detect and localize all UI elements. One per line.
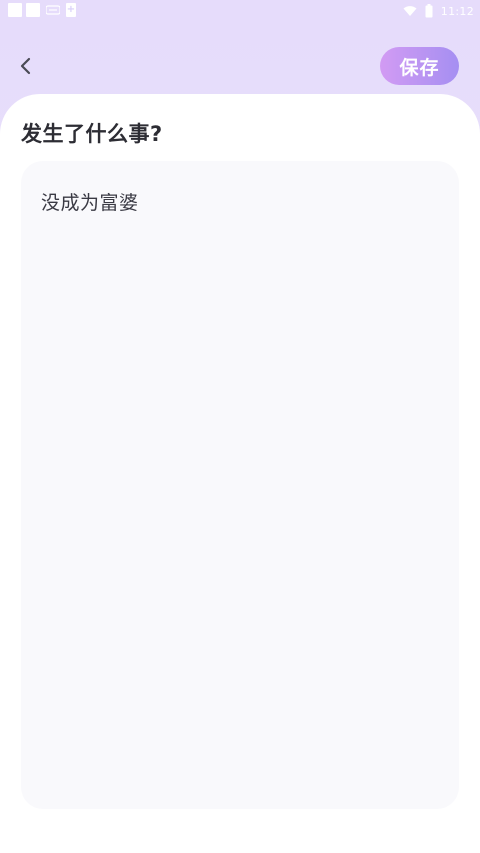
plus-icon: + bbox=[66, 3, 76, 17]
notification-square-icon bbox=[8, 3, 22, 17]
entry-text-area[interactable]: 没成为富婆 bbox=[21, 161, 459, 809]
battery-icon bbox=[425, 4, 433, 18]
chevron-left-icon bbox=[20, 57, 31, 75]
save-button[interactable]: 保存 bbox=[380, 47, 459, 85]
status-bar: + 11:12 bbox=[0, 0, 480, 22]
status-time: 11:12 bbox=[440, 4, 474, 18]
content-sheet: 发生了什么事? 没成为富婆 bbox=[0, 94, 480, 853]
status-bar-right: 11:12 bbox=[403, 2, 474, 20]
wifi-icon bbox=[403, 6, 417, 16]
small-icon bbox=[46, 5, 60, 15]
question-title: 发生了什么事? bbox=[21, 122, 163, 146]
back-button[interactable] bbox=[12, 52, 40, 80]
entry-text: 没成为富婆 bbox=[41, 192, 139, 214]
notification-square-icon bbox=[26, 3, 40, 17]
